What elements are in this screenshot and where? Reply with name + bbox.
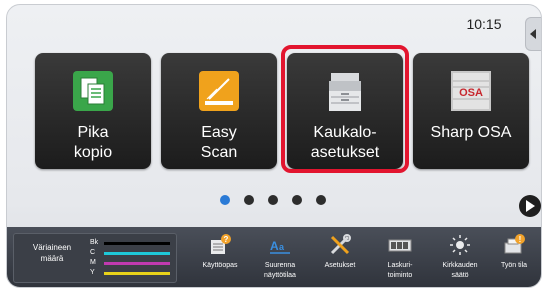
utility-label: Käyttöopas — [202, 262, 238, 269]
svg-text:OSA: OSA — [459, 87, 483, 99]
tile-label: Easy Scan — [200, 124, 238, 161]
toner-letter: Bk — [90, 239, 99, 246]
manual-icon: ? — [208, 233, 232, 257]
utility-label: Kirkkauden säätö — [442, 262, 478, 279]
svg-text:!: ! — [519, 235, 522, 244]
utility-laskuritoiminto[interactable]: Laskuri- toiminto — [371, 227, 429, 287]
toner-level-panel[interactable]: Väriaineen määrä Bk C M Y — [13, 233, 177, 283]
chevron-left-icon — [530, 29, 536, 39]
clock: 10:15 — [466, 16, 502, 32]
utility-tyon-tila[interactable]: ! Työn tila — [485, 227, 541, 287]
utility-label: Laskuri- toiminto — [387, 262, 413, 279]
tile-pika-kopio[interactable]: Pika kopio — [35, 53, 151, 169]
toner-row-bk: Bk — [90, 238, 174, 248]
job-status-icon: ! — [502, 233, 526, 257]
toner-bar-cyan — [104, 252, 170, 255]
toner-row-c: C — [90, 248, 174, 258]
home-screen: 10:15 Pika kopio Easy Scan Kaukalo- aset… — [6, 4, 542, 288]
page-dot-1[interactable] — [220, 195, 230, 205]
utility-suurenna-nayttotilaa[interactable]: A a Suurenna näyttötilaa — [251, 227, 309, 287]
toner-bar-yellow — [104, 272, 170, 275]
svg-text:a: a — [279, 242, 285, 252]
toner-bar-black — [104, 242, 170, 245]
brightness-icon — [448, 233, 472, 257]
utility-asetukset[interactable]: Asetukset — [311, 227, 369, 287]
tile-label: Sharp OSA — [430, 124, 512, 141]
page-dot-2[interactable] — [244, 195, 254, 205]
tile-label: Pika kopio — [73, 124, 113, 161]
magnify-text-icon: A a — [268, 233, 292, 257]
utility-label: Työn tila — [500, 262, 528, 269]
scan-icon — [195, 67, 243, 115]
bottom-toolbar: Väriaineen määrä Bk C M Y ? Käyttöopas A… — [7, 227, 541, 287]
tools-icon — [328, 233, 352, 257]
osa-logo-icon: OSA — [447, 67, 495, 115]
toner-title: Väriaineen määrä — [32, 243, 72, 263]
page-dot-5[interactable] — [316, 195, 326, 205]
side-panel-tab[interactable] — [525, 17, 541, 51]
counter-icon — [388, 233, 412, 257]
utility-label: Suurenna näyttötilaa — [264, 262, 296, 279]
toner-letter: M — [90, 259, 96, 266]
selection-highlight — [281, 45, 409, 173]
svg-text:?: ? — [224, 235, 229, 244]
copy-icon — [69, 67, 117, 115]
tile-sharp-osa[interactable]: OSA Sharp OSA — [413, 53, 529, 169]
toner-row-y: Y — [90, 268, 174, 278]
page-dot-4[interactable] — [292, 195, 302, 205]
utility-kirkkauden-saato[interactable]: Kirkkauden säätö — [431, 227, 489, 287]
play-arrow-icon — [526, 200, 535, 212]
tile-easy-scan[interactable]: Easy Scan — [161, 53, 277, 169]
page-dot-3[interactable] — [268, 195, 278, 205]
toner-letter: Y — [90, 269, 95, 276]
toner-row-m: M — [90, 258, 174, 268]
toner-bar-magenta — [104, 262, 170, 265]
toner-letter: C — [90, 249, 96, 256]
utility-kayttoopas[interactable]: ? Käyttöopas — [191, 227, 249, 287]
utility-label: Asetukset — [324, 262, 356, 269]
svg-text:A: A — [270, 239, 279, 253]
next-page-button[interactable] — [519, 195, 541, 217]
